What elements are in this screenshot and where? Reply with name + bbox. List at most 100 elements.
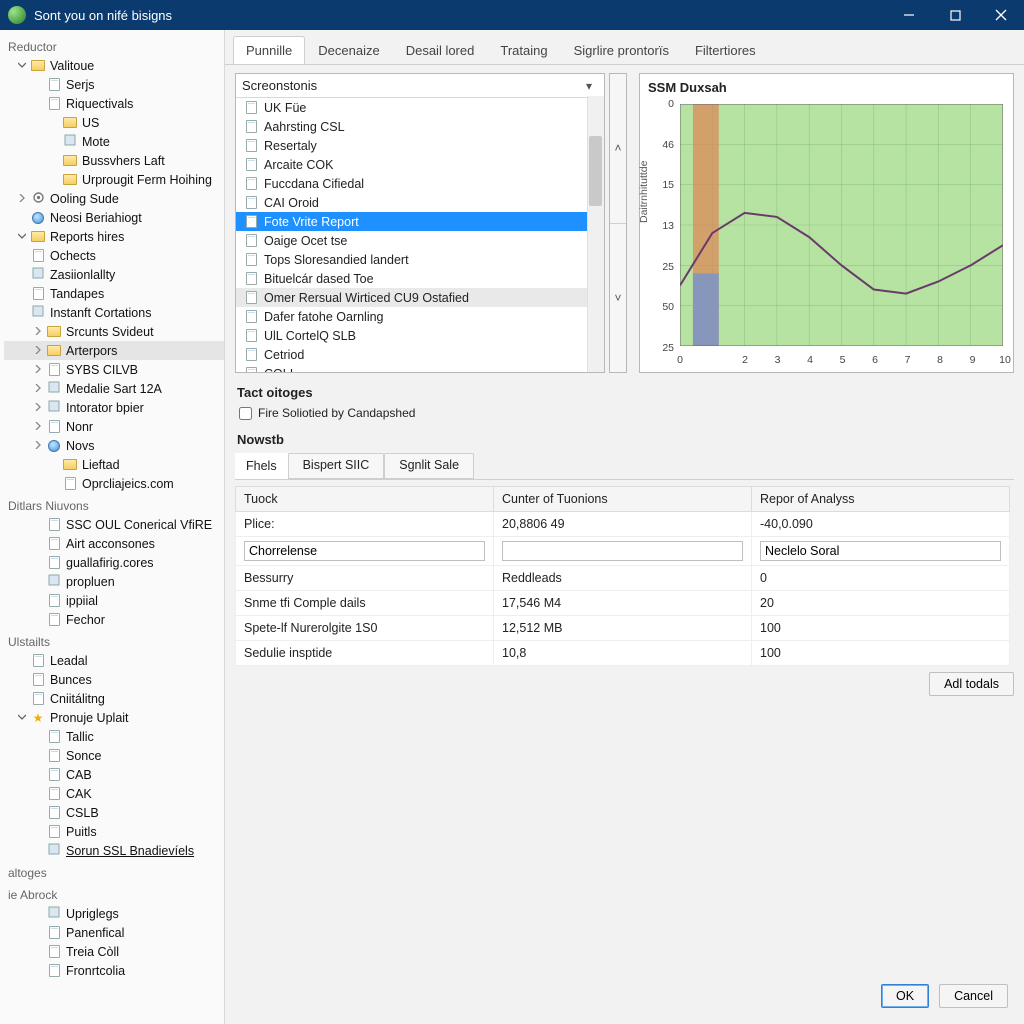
tree-item[interactable]: Bussvhers Laft [4, 151, 224, 170]
list-item[interactable]: Fote Vrite Report [236, 212, 604, 231]
list-item[interactable]: UlL CortelQ SLB [236, 326, 604, 345]
list-item[interactable]: Fuccdana Cifiedal [236, 174, 604, 193]
table-cell: -40,0.090 [752, 512, 1010, 537]
spin-up-button[interactable]: ˄ [610, 74, 626, 223]
tree-item[interactable]: Srcunts Svideut [4, 322, 224, 341]
tree-item[interactable]: Sonce [4, 746, 224, 765]
spin-down-button[interactable]: ˅ [610, 223, 626, 373]
maximize-button[interactable] [932, 0, 978, 30]
tree-item[interactable]: Ochects [4, 246, 224, 265]
list-item[interactable]: Cetriod [236, 345, 604, 364]
ok-button[interactable]: OK [881, 984, 929, 1008]
tree-item[interactable]: Instanft Cortations [4, 303, 224, 322]
tree-item[interactable]: US [4, 113, 224, 132]
tree-item[interactable]: Fechor [4, 610, 224, 629]
fire-checkbox-row[interactable]: Fire Soliotied by Candapshed [239, 406, 1014, 420]
tab[interactable]: Trataing [487, 36, 560, 64]
table-cell-input[interactable] [760, 541, 1001, 561]
tree-item[interactable]: Fronrtcolia [4, 961, 224, 980]
tree-item[interactable]: CSLB [4, 803, 224, 822]
tab[interactable]: Sigrlire prontorïs [561, 36, 682, 64]
tree-item[interactable]: ★Pronuje Uplait [4, 708, 224, 727]
tree-item[interactable]: Zasiionlallty [4, 265, 224, 284]
document-icon [49, 730, 60, 743]
tab[interactable]: Filtertiores [682, 36, 769, 64]
tree-item[interactable]: Serjs [4, 75, 224, 94]
subtab[interactable]: Sgnlit Sale [384, 453, 474, 479]
tree-item[interactable]: Nonr [4, 417, 224, 436]
tree-item[interactable]: CAK [4, 784, 224, 803]
tree-item[interactable]: Reports hires [4, 227, 224, 246]
add-totals-button[interactable]: Adl todals [929, 672, 1014, 696]
list-item[interactable]: CAI Oroid [236, 193, 604, 212]
tree-item[interactable]: Riquectivals [4, 94, 224, 113]
listbox-scrollbar[interactable] [587, 96, 604, 372]
table-cell-input[interactable] [502, 541, 743, 561]
tree-item[interactable]: Tallic [4, 727, 224, 746]
tree-item[interactable]: Urprougit Ferm Hoihing [4, 170, 224, 189]
list-item[interactable]: Arcaite COK [236, 155, 604, 174]
tree-item[interactable]: Arterpors [4, 341, 224, 360]
scrollbar-thumb[interactable] [589, 136, 602, 206]
minimize-button[interactable] [886, 0, 932, 30]
tree-item[interactable]: Tandapes [4, 284, 224, 303]
tab[interactable]: Punnille [233, 36, 305, 64]
cancel-button[interactable]: Cancel [939, 984, 1008, 1008]
table-header[interactable]: Cunter of Tuonions [494, 487, 752, 512]
tree-item[interactable]: Lieftad [4, 455, 224, 474]
tree-item[interactable]: Oprcliajeics.com [4, 474, 224, 493]
table-cell-input[interactable] [244, 541, 485, 561]
tree-item[interactable]: Cniitálitng [4, 689, 224, 708]
tree-heading: ie Abrock [4, 882, 224, 904]
tab[interactable]: Decenaize [305, 36, 392, 64]
list-item[interactable]: COLI [236, 364, 604, 372]
tree-item[interactable]: guallafirig.cores [4, 553, 224, 572]
tree-item[interactable]: Treia Còll [4, 942, 224, 961]
list-item[interactable]: Bituelcár dased Toe [236, 269, 604, 288]
tree-item[interactable]: Panenfical [4, 923, 224, 942]
tree-item[interactable]: propluen [4, 572, 224, 591]
subtab[interactable]: Fhels [235, 453, 288, 479]
list-item-label: UlL CortelQ SLB [264, 329, 356, 343]
list-item[interactable]: Resertaly [236, 136, 604, 155]
tree-item[interactable]: SYBS CILVB [4, 360, 224, 379]
tree-item[interactable]: ippiial [4, 591, 224, 610]
tree-item[interactable]: Mote [4, 132, 224, 151]
table-row: BessurryReddleads0 [236, 566, 1010, 591]
listbox: Screonstonis ▾ UK FüeAahrsting CSLResert… [235, 73, 605, 373]
list-item[interactable]: Omer Rersual Wirticed CU9 Ostafied [236, 288, 604, 307]
list-item[interactable]: Tops Sloresandied landert [236, 250, 604, 269]
fire-checkbox[interactable] [239, 407, 252, 420]
tree-item[interactable]: Sorun SSL Bnadievíels [4, 841, 224, 860]
tree-item[interactable]: CAB [4, 765, 224, 784]
list-item[interactable]: UK Füe [236, 98, 604, 117]
listbox-header-label: Screonstonis [242, 78, 580, 93]
tree-item[interactable]: Intorator bpier [4, 398, 224, 417]
list-item[interactable]: Aahrsting CSL [236, 117, 604, 136]
listbox-header[interactable]: Screonstonis ▾ [236, 74, 604, 98]
tree-item[interactable]: Ooling Sude [4, 189, 224, 208]
subtab[interactable]: Bispert SIIC [288, 453, 385, 479]
chart-svg [680, 104, 1003, 346]
list-item[interactable]: Oaige Ocet tse [236, 231, 604, 250]
tree-item-label: SYBS CILVB [66, 363, 138, 377]
tree-item[interactable]: Medalie Sart 12A [4, 379, 224, 398]
tree-item-label: Serjs [66, 78, 94, 92]
table-header[interactable]: Repor of Analyss [752, 487, 1010, 512]
close-button[interactable] [978, 0, 1024, 30]
tree-item[interactable]: Novs [4, 436, 224, 455]
tree-item[interactable]: Puitls [4, 822, 224, 841]
tree-item[interactable]: Upriglegs [4, 904, 224, 923]
tree-arrow-icon [18, 194, 28, 204]
tree-item[interactable]: SSC OUL Conerical VfiRE [4, 515, 224, 534]
list-item[interactable]: Dafer fatohe Oarnling [236, 307, 604, 326]
tree-item[interactable]: Valitoue [4, 56, 224, 75]
tree-item[interactable]: Neosi Beriahiogt [4, 208, 224, 227]
tree-item[interactable]: Bunces [4, 670, 224, 689]
tab[interactable]: Desail lored [393, 36, 488, 64]
tree-item[interactable]: Airt acconsones [4, 534, 224, 553]
tree-item[interactable]: Leadal [4, 651, 224, 670]
table-header[interactable]: Tuock [236, 487, 494, 512]
chevron-down-icon: ▾ [580, 79, 598, 93]
tree-heading: altoges [4, 860, 224, 882]
